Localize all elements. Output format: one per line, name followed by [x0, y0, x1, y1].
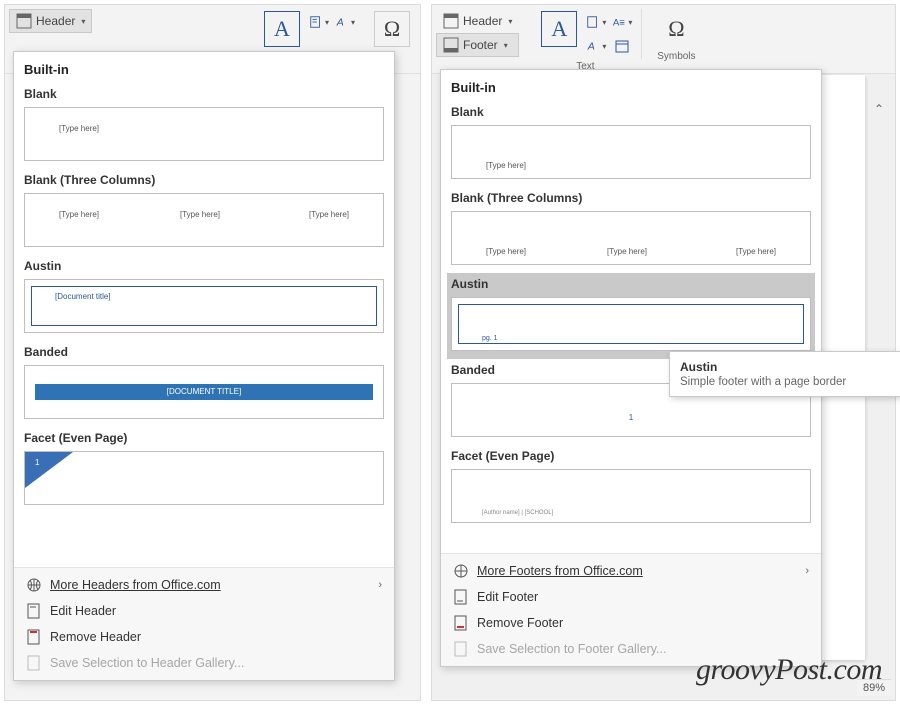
page-footer-icon	[443, 37, 459, 53]
gallery-item-blank[interactable]: Blank [Type here]	[20, 83, 388, 169]
quick-parts-button[interactable]: ▾	[308, 11, 330, 33]
gallery-item-facet-r[interactable]: Facet (Even Page) [Author name] | [SCHOO…	[447, 445, 815, 531]
page-icon	[26, 603, 42, 619]
chevron-right-icon: ›	[805, 565, 809, 577]
tooltip-desc: Simple footer with a page border	[680, 376, 890, 388]
dropcap-button[interactable]: A≡▾	[611, 11, 633, 33]
svg-text:A: A	[587, 41, 595, 52]
gallery-footer: More Headers from Office.com › Edit Head…	[14, 567, 394, 680]
gallery-item-facet[interactable]: Facet (Even Page) 1	[20, 427, 388, 513]
quick-parts-button-r[interactable]: ▾	[585, 11, 607, 33]
header-button-label: Header	[36, 14, 75, 28]
wordart-button[interactable]: A▾	[334, 11, 356, 33]
ribbon-right: Header ▾ Footer ▾ A ▾ A▾	[432, 5, 895, 74]
gallery-scroll-r[interactable]: Built-in Blank [Type here] Blank (Three …	[441, 70, 821, 553]
chevron-down-icon: ▾	[504, 41, 508, 50]
save-to-gallery-row: Save Selection to Header Gallery...	[14, 650, 394, 676]
remove-icon	[26, 629, 42, 645]
gallery-section-label-r: Built-in	[447, 76, 815, 101]
svg-text:A: A	[336, 17, 344, 28]
gallery-footer-r: More Footers from Office.com › Edit Foot…	[441, 553, 821, 666]
globe-icon	[453, 563, 469, 579]
save-icon	[453, 641, 469, 657]
symbols-group-label: Symbols	[657, 51, 695, 62]
text-box-button[interactable]: A	[264, 11, 300, 47]
date-time-button[interactable]	[611, 35, 633, 57]
edit-footer-row[interactable]: Edit Footer	[441, 584, 821, 610]
symbol-button[interactable]: Ω	[374, 11, 410, 47]
gallery-item-austin[interactable]: Austin [Document title]	[20, 255, 388, 341]
gallery-item-blank-three-r[interactable]: Blank (Three Columns) [Type here] [Type …	[447, 187, 815, 273]
symbol-button-r[interactable]: Ω	[658, 11, 694, 47]
gallery-item-blank-three[interactable]: Blank (Three Columns) [Type here] [Type …	[20, 169, 388, 255]
text-box-button-r[interactable]: A	[541, 11, 577, 47]
page-header-icon	[16, 13, 32, 29]
gallery-section-label: Built-in	[20, 58, 388, 83]
gallery-item-blank-r[interactable]: Blank [Type here]	[447, 101, 815, 187]
edit-header-row[interactable]: Edit Header	[14, 598, 394, 624]
page-icon	[453, 589, 469, 605]
chevron-down-icon: ▾	[508, 17, 512, 26]
footer-dropdown-pane: ⌃ 89% Header ▾ Footer ▾ A	[431, 4, 896, 701]
header-gallery: Built-in Blank [Type here] Blank (Three …	[13, 51, 395, 681]
chevron-down-icon: ▾	[81, 17, 85, 26]
footer-button[interactable]: Footer ▾	[436, 33, 519, 57]
globe-icon	[26, 577, 42, 593]
gallery-item-austin-r[interactable]: Austin pg. 1	[447, 273, 815, 359]
remove-footer-row[interactable]: Remove Footer	[441, 610, 821, 636]
page-header-icon	[443, 13, 459, 29]
remove-icon	[453, 615, 469, 631]
wordart-button-r[interactable]: A▾	[585, 35, 607, 57]
remove-header-row[interactable]: Remove Header	[14, 624, 394, 650]
save-icon	[26, 655, 42, 671]
watermark: groovyPost.com	[696, 653, 882, 687]
gallery-scroll[interactable]: Built-in Blank [Type here] Blank (Three …	[14, 52, 394, 567]
chevron-right-icon: ›	[378, 579, 382, 591]
header-button-r[interactable]: Header ▾	[436, 9, 519, 33]
gallery-item-banded[interactable]: Banded [DOCUMENT TITLE]	[20, 341, 388, 427]
header-dropdown-pane: Header ▾ A ▾ A▾ Ω Built-in Blank [Type h…	[4, 4, 421, 701]
header-button[interactable]: Header ▾	[9, 9, 92, 33]
more-footers-row[interactable]: More Footers from Office.com ›	[441, 558, 821, 584]
more-headers-row[interactable]: More Headers from Office.com ›	[14, 572, 394, 598]
austin-tooltip: Austin Simple footer with a page border	[669, 351, 900, 397]
collapse-ribbon-icon[interactable]: ⌃	[871, 101, 887, 117]
tooltip-title: Austin	[680, 360, 890, 374]
svg-text:A≡: A≡	[613, 17, 625, 28]
